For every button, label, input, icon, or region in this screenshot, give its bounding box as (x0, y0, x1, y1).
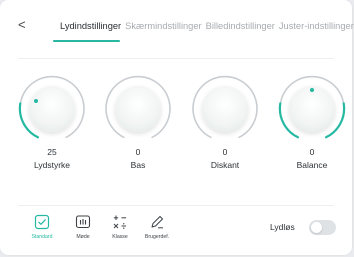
custom-icon (151, 216, 163, 229)
balance-label: Balance (296, 160, 328, 170)
treble-value: 0 (222, 147, 228, 157)
settings-tabs: Lydindstillinger Skærmindstillinger Bill… (60, 20, 354, 32)
tab-sound[interactable]: Lydindstillinger (60, 20, 121, 32)
bass-knob[interactable] (103, 74, 173, 144)
volume-knob-face (29, 86, 75, 132)
bass-label: Bas (130, 160, 146, 170)
tab-screen[interactable]: Skærmindstillinger (125, 20, 201, 32)
balance-value: 0 (309, 147, 315, 157)
mode-custom-label: Brugerdef. (144, 234, 170, 240)
tab-picture[interactable]: Billedindstillinger (206, 20, 275, 32)
volume-value: 25 (47, 147, 57, 157)
mode-custom[interactable]: Brugerdef. (137, 214, 177, 244)
back-button[interactable]: < (18, 18, 26, 32)
treble-knob[interactable] (190, 74, 260, 144)
footer-divider (18, 205, 334, 206)
mode-standard[interactable]: Standard (22, 214, 62, 244)
treble-knob-face (202, 86, 248, 132)
class-icon (113, 215, 126, 229)
volume-label: Lydstyrke (33, 160, 71, 170)
sound-settings-panel: < Lydindstillinger Skærmindstillinger Bi… (0, 0, 354, 255)
treble-label: Diskant (210, 160, 240, 170)
bass-knob-face (115, 86, 161, 132)
balance-knob-face (289, 86, 335, 132)
active-tab-indicator (53, 40, 120, 42)
volume-knob[interactable] (17, 74, 87, 144)
mute-toggle[interactable] (309, 220, 336, 235)
mute-toggle-thumb (311, 222, 322, 233)
bass-value: 0 (135, 147, 141, 157)
standard-icon (34, 214, 50, 230)
volume-knob-indicator (34, 99, 38, 103)
balance-knob[interactable] (277, 74, 347, 144)
meeting-icon (75, 215, 91, 229)
tab-adjust[interactable]: Juster-indstillinger (279, 20, 354, 32)
header-divider (18, 58, 334, 59)
mute-label: Lydløs (270, 222, 295, 232)
balance-knob-indicator (310, 88, 314, 92)
